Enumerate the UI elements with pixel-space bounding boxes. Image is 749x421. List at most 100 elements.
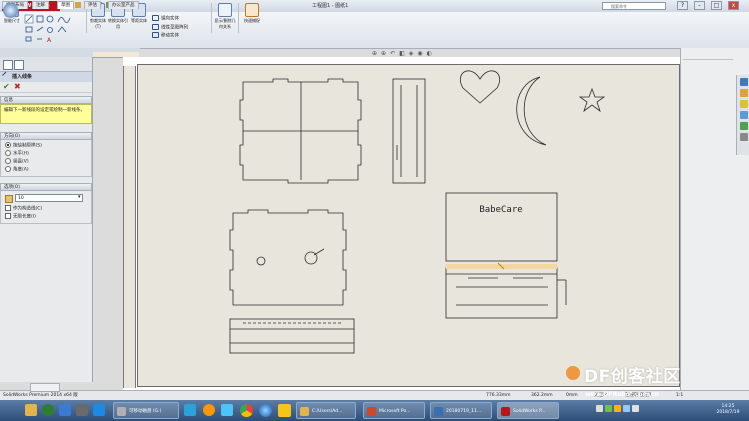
zoom-to-fit-icon[interactable]: ⊕ — [372, 50, 377, 57]
task-label: 可移动磁盘 (G:) — [129, 409, 162, 414]
property-manager: 插入线条 ✔ ✖ 信息 编辑下一新线段的设定或绘制一新线条。 方向(O) 按绘制… — [0, 57, 93, 382]
chrome-icon[interactable] — [240, 404, 253, 417]
radio-label: 水平(H) — [13, 151, 29, 157]
tab-annotation[interactable]: 注解 — [32, 1, 49, 9]
tab-office-products[interactable]: 办公室产品 — [108, 1, 139, 9]
sketch-tools-icons[interactable]: A — [24, 14, 84, 44]
file-explorer-icon[interactable] — [739, 100, 748, 108]
tray-icon[interactable] — [614, 405, 621, 412]
hole-large — [304, 251, 318, 265]
task-image[interactable]: 20180719_11... — [430, 402, 492, 419]
options-section-header[interactable]: 选项(O) — [0, 183, 92, 191]
image-icon — [434, 407, 443, 416]
tab-sketch[interactable]: 草图 — [57, 1, 74, 9]
design-library-icon[interactable] — [739, 89, 748, 97]
shortcut-icon[interactable] — [93, 404, 105, 416]
ok-check-icon[interactable]: ✔ — [3, 82, 10, 91]
app-icon[interactable] — [278, 404, 291, 417]
heart-shape — [460, 70, 500, 104]
task-solidworks[interactable]: SolidWorks P... — [497, 402, 559, 419]
drawing-views[interactable]: BabeCare — [138, 65, 679, 386]
network-tray-icon[interactable] — [623, 405, 630, 412]
appearances-icon[interactable] — [739, 122, 748, 130]
explorer-icon[interactable] — [25, 404, 37, 416]
chevron-down-icon[interactable]: ▾ — [78, 194, 81, 200]
point-tool-icon — [25, 36, 32, 42]
watermark-text: DF创客社区 — [584, 367, 681, 387]
close-button[interactable]: x — [728, 1, 739, 10]
view-palette-icon[interactable] — [739, 111, 748, 119]
task-explorer-folder[interactable]: C:/Users/Ad... — [296, 402, 356, 419]
move-icon — [152, 32, 159, 38]
task-label: SolidWorks P... — [513, 409, 546, 414]
task-pane-tabs — [736, 75, 749, 155]
quick-snaps-button[interactable]: 快速捕捉 — [241, 3, 263, 33]
mirror-entities-item[interactable]: 镜向实体 — [152, 15, 188, 22]
previous-view-icon[interactable]: ↶ — [390, 50, 395, 57]
linear-pattern-item[interactable]: 线性草图阵列 — [152, 23, 188, 30]
smart-dimension-label: 智能尺寸 — [4, 18, 20, 23]
maximize-button[interactable]: □ — [711, 1, 722, 10]
radio-horizontal[interactable]: 水平(H) — [1, 150, 91, 158]
task-removable-disk[interactable]: 可移动磁盘 (G:) — [113, 402, 179, 419]
radio-as-sketched[interactable]: 按绘制原样(S) — [1, 142, 91, 150]
section-view-icon[interactable]: ◧ — [399, 50, 405, 57]
linear-pattern-icon — [152, 23, 159, 30]
cancel-x-icon[interactable]: ✖ — [14, 82, 21, 91]
app-icon[interactable] — [203, 404, 215, 416]
utility-icon[interactable] — [76, 404, 88, 416]
checkbox-infinite-length[interactable]: 无限长度(I) — [1, 213, 91, 221]
heads-up-view-toolbar: ⊕ ⊕ ↶ ◧ ◈ ◉ ◐ — [372, 50, 436, 57]
sheet-tab[interactable] — [30, 383, 60, 392]
zoom-area-icon[interactable]: ⊕ — [381, 50, 386, 57]
moon-shape — [516, 76, 547, 146]
tray-icon[interactable] — [605, 405, 612, 412]
radio-vertical[interactable]: 竖直(V) — [1, 158, 91, 166]
help-button[interactable]: ? — [677, 1, 688, 10]
drawing-sheet[interactable]: BabeCare — [137, 64, 680, 387]
rectangle-tool-icon — [36, 15, 44, 23]
move-entities-item[interactable]: 移动实体 — [152, 32, 188, 39]
line-width-select[interactable]: 10 — [15, 194, 83, 202]
hide-show-icon[interactable]: ◐ — [427, 50, 432, 57]
display-style-icon[interactable]: ◉ — [417, 50, 422, 57]
task-label: 20180719_11... — [446, 409, 482, 414]
watermark-logo — [566, 366, 580, 380]
search-input[interactable]: 搜索命令 — [602, 2, 666, 10]
ok-cancel-row: ✔ ✖ — [0, 82, 92, 93]
browser-icon[interactable] — [259, 404, 272, 417]
network-icon[interactable] — [59, 404, 71, 416]
layer-icon — [5, 195, 13, 203]
checkbox-construction[interactable]: 作为构造线(C) — [1, 205, 91, 213]
hole-small — [256, 256, 266, 266]
minimize-button[interactable]: - — [694, 1, 705, 10]
radio-label: 竖直(V) — [13, 159, 29, 165]
polygon-tool-icon — [47, 27, 53, 33]
start-button[interactable] — [3, 3, 18, 18]
property-manager-tab-icon[interactable] — [14, 60, 24, 70]
radio-icon — [5, 158, 11, 164]
display-relations-button[interactable]: 显示/删除几何关系 — [214, 3, 236, 33]
media-player-icon[interactable] — [42, 404, 54, 416]
radio-angle[interactable]: 角度(A) — [1, 166, 91, 174]
clock[interactable]: 14:25 2018/7/19 — [708, 404, 748, 416]
orientation-section-header[interactable]: 方向(O) — [0, 132, 92, 140]
task-powerpoint[interactable]: Microsoft Po... — [363, 402, 425, 419]
radio-label: 角度(A) — [13, 167, 29, 173]
slot-tool-icon — [25, 26, 33, 33]
app-icon[interactable] — [184, 404, 196, 416]
view-orientation-icon[interactable]: ◈ — [409, 50, 414, 57]
task-pane-header — [683, 51, 733, 60]
insert-line-icon — [2, 71, 10, 80]
solidworks-resources-icon[interactable] — [739, 78, 748, 86]
tray-icon[interactable] — [596, 405, 603, 412]
radio-selected-icon — [5, 142, 11, 148]
custom-properties-icon[interactable] — [739, 133, 748, 141]
app-icon[interactable] — [221, 404, 233, 416]
volume-icon[interactable] — [632, 405, 639, 412]
tab-evaluate[interactable]: 评估 — [84, 1, 101, 9]
info-section-header[interactable]: 信息 — [0, 96, 92, 104]
solidworks-icon — [501, 407, 510, 416]
open-file-icon[interactable] — [74, 2, 81, 8]
feature-manager-tab-icon[interactable] — [3, 60, 13, 70]
